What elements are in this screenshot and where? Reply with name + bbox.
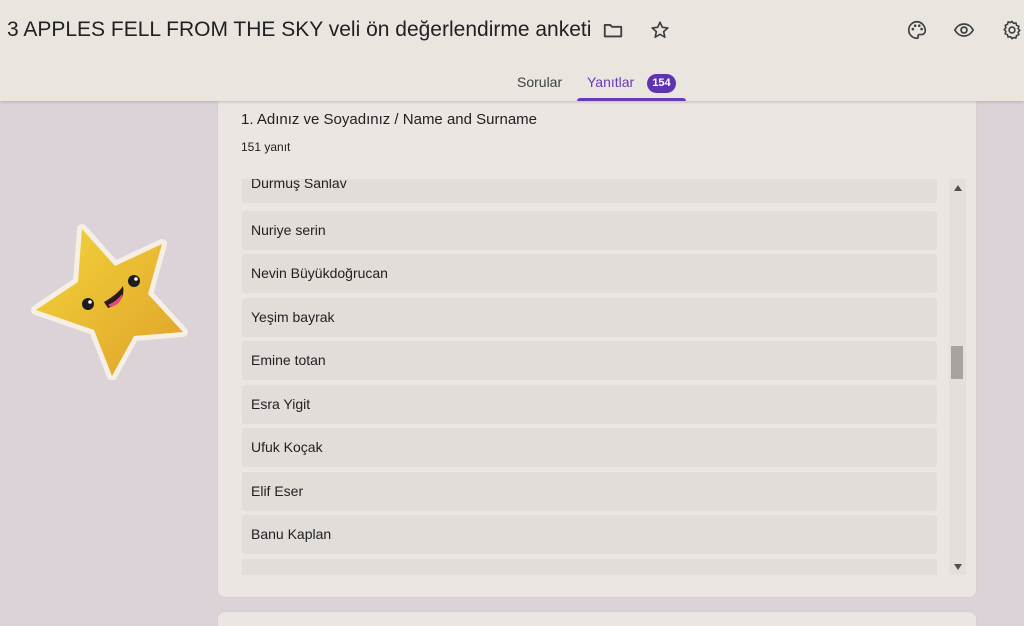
responses-list[interactable]: Durmuş Sanlav Nuriye serin Nevin Büyükdo… — [242, 179, 937, 575]
top-app-bar: 3 APPLES FELL FROM THE SKY veli ön değer… — [0, 0, 1024, 101]
question-summary-card: 1. Adınız ve Soyadınız / Name and Surnam… — [217, 90, 977, 598]
question-title: 1. Adınız ve Soyadınız / Name and Surnam… — [241, 111, 538, 128]
list-item: Durmuş Sanlav — [242, 179, 937, 203]
list-item: Elif Eser — [242, 472, 937, 511]
form-title[interactable]: 3 APPLES FELL FROM THE SKY veli ön değer… — [7, 18, 591, 42]
list-item: Ufuk Koçak — [242, 428, 937, 467]
star-sticker-image — [30, 224, 190, 381]
list-item: Esra Yigit — [242, 385, 937, 424]
list-item — [242, 559, 937, 575]
eye-icon[interactable] — [950, 16, 978, 44]
gear-icon[interactable] — [998, 16, 1024, 44]
scroll-up-arrow-icon[interactable] — [949, 179, 966, 196]
next-question-card — [217, 611, 977, 626]
responses-count-badge: 154 — [647, 74, 676, 93]
list-item: Yeşim bayrak — [242, 298, 937, 337]
response-count: 151 yanıt — [241, 140, 291, 154]
tab-bar: Sorular Yanıtlar 154 — [0, 62, 1024, 101]
tab-yanitlar[interactable]: Yanıtlar — [587, 74, 634, 90]
palette-icon[interactable] — [903, 16, 931, 44]
scrollbar-thumb[interactable] — [951, 346, 963, 379]
star-icon[interactable] — [646, 16, 674, 44]
list-item: Banu Kaplan — [242, 515, 937, 554]
list-item: Emine totan — [242, 341, 937, 380]
scroll-down-arrow-icon[interactable] — [949, 558, 966, 575]
active-tab-indicator — [577, 98, 686, 101]
list-item: Nevin Büyükdoğrucan — [242, 254, 937, 293]
list-scrollbar[interactable] — [949, 179, 966, 575]
folder-icon[interactable] — [599, 16, 627, 44]
list-item: Nuriye serin — [242, 211, 937, 250]
tab-sorular[interactable]: Sorular — [517, 74, 562, 90]
